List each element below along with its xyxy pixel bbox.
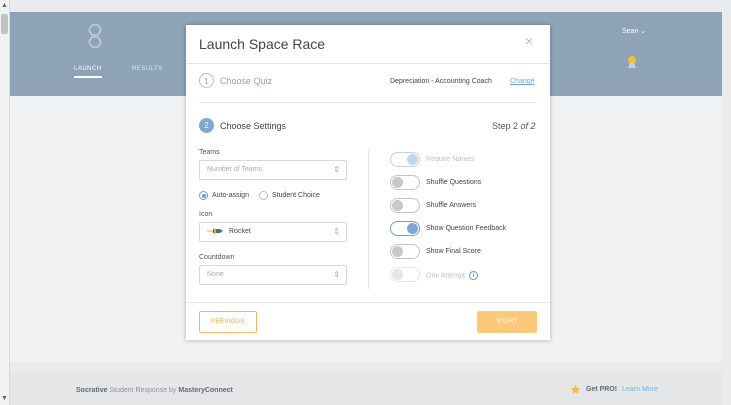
countdown-select[interactable]: None ⇕ [199,265,347,285]
award-icon[interactable] [624,54,640,70]
one-attempt-label: One Attempt [426,272,465,280]
countdown-label: Countdown [199,254,235,261]
teams-select-value: Number of Teams [207,166,263,173]
auto-assign-radio[interactable] [199,191,208,200]
get-pro-label: Get PRO! [586,386,618,393]
toggle-knob [407,223,418,234]
require-names-toggle[interactable] [390,152,420,167]
close-icon[interactable]: × [525,33,533,49]
student-choice-label[interactable]: Student Choice [272,192,320,199]
launch-space-race-modal: Launch Space Race × 1 Choose Quiz Deprec… [186,25,550,340]
show-question-feedback-label: Show Question Feedback [426,225,507,232]
student-choice-radio[interactable] [258,191,268,200]
require-names-label: Require Names [426,156,475,163]
footer-divider [186,302,550,303]
step1-label: Choose Quiz [220,76,273,86]
shuffle-answers-toggle[interactable] [390,198,420,213]
teams-label: Teams [199,149,220,156]
footer-brand-company: MasteryConnect [178,387,233,394]
user-menu[interactable]: Sean ⌄ [622,27,646,35]
step-counter-prefix: Step 2 [492,121,519,131]
header-divider [186,63,550,64]
step2-label: Choose Settings [220,121,287,131]
footer-pro-promo: Get PRO! Learn More [570,384,658,395]
show-question-feedback-toggle[interactable] [390,221,420,236]
countdown-select-value: None [207,271,224,278]
select-arrows-icon: ⇕ [333,165,340,174]
shuffle-answers-label: Shuffle Answers [426,202,477,209]
scroll-down-arrow-icon[interactable]: ▼ [0,393,9,405]
teams-select[interactable]: Number of Teams ⇕ [199,160,347,180]
column-divider [368,149,369,289]
icon-select-value: Rocket [229,228,251,235]
one-attempt-toggle[interactable] [390,267,420,282]
toggle-knob [392,177,403,188]
previous-button[interactable]: PREVIOUS [199,311,257,333]
step-counter: Step 2 of 2 [492,121,536,131]
scroll-up-arrow-icon[interactable]: ▲ [0,0,9,12]
auto-assign-label[interactable]: Auto-assign [212,192,249,199]
page-footer: Socrative Student Response by MasteryCon… [10,372,722,405]
icon-select[interactable]: Rocket ⇕ [199,222,347,242]
show-final-score-toggle[interactable] [390,244,420,259]
scroll-thumb[interactable] [1,14,8,34]
vertical-scrollbar[interactable]: ▲ ▼ [0,0,10,405]
selected-quiz-name: Depreciation - Accounting Coach [390,78,492,85]
icon-label: Icon [199,211,213,218]
toggle-knob [392,200,403,211]
select-arrows-icon: ⇕ [333,270,340,279]
step-divider [199,102,537,103]
modal-title: Launch Space Race [199,36,326,52]
star-icon [570,384,581,395]
socrative-logo-icon[interactable] [82,22,110,50]
nav-tab-launch[interactable]: LAUNCH [74,66,102,78]
toggle-knob [392,246,403,257]
step-counter-suffix: of 2 [520,121,536,131]
select-arrows-icon: ⇕ [333,227,340,236]
one-attempt-label-wrap: One Attempt i [426,271,478,280]
show-final-score-label: Show Final Score [426,248,481,255]
footer-brand-name: Socrative [76,387,108,394]
learn-more-link[interactable]: Learn More [622,386,658,393]
shuffle-questions-label: Shuffle Questions [426,179,482,186]
shuffle-questions-toggle[interactable] [390,175,420,190]
step2-number-badge: 2 [199,118,214,133]
start-button[interactable]: START [477,311,537,333]
rocket-icon [207,228,223,235]
footer-brand-text: Socrative Student Response by MasteryCon… [76,387,233,394]
footer-brand-mid: Student Response by [109,387,177,394]
toggle-knob [392,269,403,280]
team-assign-radio-group: Auto-assign Student Choice [199,191,320,200]
toggle-knob [407,154,418,165]
change-quiz-link[interactable]: Change [510,78,535,85]
info-icon[interactable]: i [468,271,478,280]
nav-tab-results[interactable]: RESULTS [132,66,163,72]
step1-number-badge: 1 [199,73,214,88]
